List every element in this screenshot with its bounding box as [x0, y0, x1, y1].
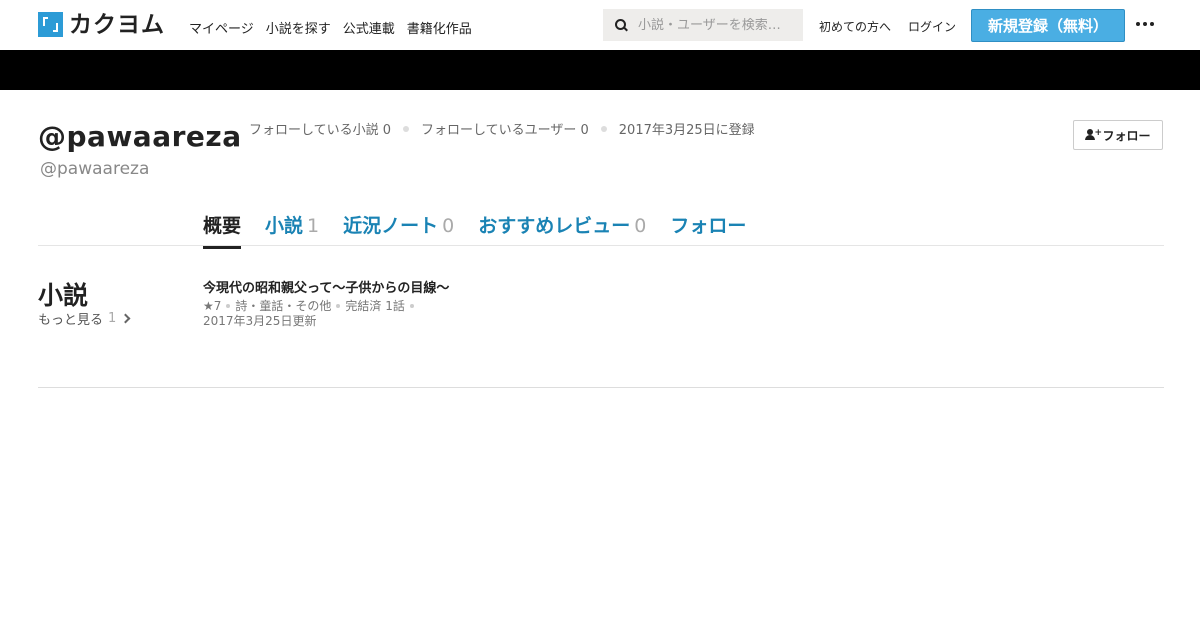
beginners-link[interactable]: 初めての方へ	[819, 18, 891, 35]
tab-notes[interactable]: 近況ノート 0	[343, 211, 454, 246]
more-count: 1	[108, 311, 117, 326]
section-divider	[38, 387, 1164, 388]
tab-label: 小説	[265, 215, 304, 237]
following-novels-stat[interactable]: フォローしている小説 0	[249, 119, 391, 138]
more-menu-icon[interactable]	[1136, 22, 1157, 26]
work-status: 完結済 1話	[345, 299, 405, 313]
site-logo[interactable]: カクヨム	[38, 12, 165, 37]
tab-follow[interactable]: フォロー	[670, 211, 746, 246]
tab-count: 0	[634, 215, 647, 237]
user-plus-icon: +	[1085, 129, 1102, 141]
search-input[interactable]	[638, 17, 798, 33]
tab-overview[interactable]: 概要	[203, 211, 242, 249]
profile-tabs: 概要 小説 1 近況ノート 0 おすすめレビュー 0 フォロー	[203, 211, 770, 249]
follow-button-label: フォロー	[1102, 128, 1151, 143]
work-updated-date: 2017年3月25日更新	[203, 314, 317, 328]
logo-bracket-icon	[38, 12, 63, 37]
more-label: もっと見る	[38, 313, 104, 328]
signup-button[interactable]: 新規登録（無料）	[971, 9, 1125, 42]
profile-banner	[0, 50, 1200, 90]
tab-count: 0	[442, 215, 455, 237]
user-display-name: @pawaareza	[38, 120, 242, 153]
novels-section-title: 小説	[38, 281, 89, 310]
tab-label: おすすめレビュー	[478, 215, 631, 237]
user-id: @pawaareza	[40, 159, 150, 179]
user-stats: フォローしている小説 0 フォローしているユーザー 0 2017年3月25日に登…	[249, 119, 755, 138]
work-stars: ★7	[203, 298, 222, 313]
follow-button[interactable]: + フォロー	[1073, 120, 1163, 150]
separator-dot	[336, 303, 341, 308]
more-novels-link[interactable]: もっと見る 1	[38, 309, 131, 328]
tab-novels[interactable]: 小説 1	[265, 211, 319, 246]
login-link[interactable]: ログイン	[908, 18, 956, 35]
separator-dot	[409, 303, 414, 308]
separator-dot	[403, 125, 410, 132]
nav-official-serials[interactable]: 公式連載	[343, 18, 395, 37]
following-users-stat[interactable]: フォローしているユーザー 0	[421, 119, 589, 138]
separator-dot	[600, 125, 607, 132]
nav-find-novels[interactable]: 小説を探す	[266, 18, 331, 37]
nav-published-works[interactable]: 書籍化作品	[407, 18, 472, 37]
search-box	[603, 9, 803, 41]
work-title-link[interactable]: 今現代の昭和親父って～子供からの目線～	[203, 277, 449, 296]
tab-label: 近況ノート	[343, 215, 439, 237]
tab-reviews[interactable]: おすすめレビュー 0	[478, 211, 646, 246]
separator-dot	[226, 303, 231, 308]
main-nav: マイページ 小説を探す 公式連載 書籍化作品	[189, 18, 484, 37]
nav-mypage[interactable]: マイページ	[189, 18, 254, 37]
tab-label: 概要	[203, 215, 242, 237]
tab-label: フォロー	[670, 215, 747, 237]
logo-text: カクヨム	[69, 11, 165, 38]
chevron-right-icon	[120, 313, 131, 324]
site-header: カクヨム マイページ 小説を探す 公式連載 書籍化作品 初めての方へ ログイン …	[0, 0, 1200, 50]
tabs-divider	[38, 245, 1164, 246]
search-icon[interactable]	[615, 18, 628, 32]
registered-date: 2017年3月25日に登録	[618, 123, 755, 138]
tab-count: 1	[307, 215, 320, 237]
